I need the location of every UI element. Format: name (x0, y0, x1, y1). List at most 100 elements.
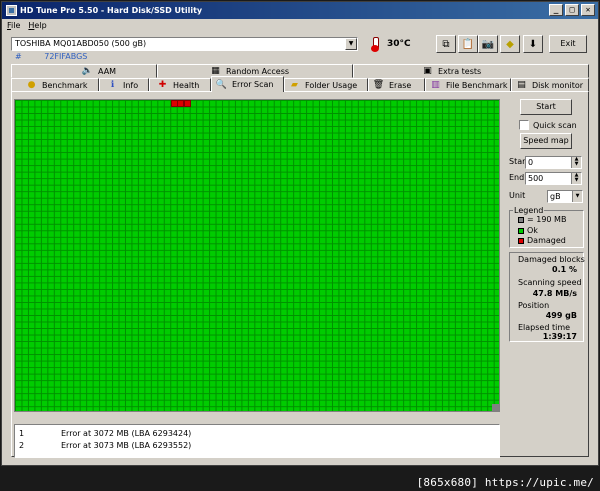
legend-label: Ok (527, 226, 538, 235)
disk-monitor-icon: ▤ (517, 80, 526, 90)
speaker-icon: 🔈 (81, 66, 94, 76)
tab-health[interactable]: ✚ Health (149, 78, 211, 92)
paste-icon: 📋 (461, 38, 475, 50)
ok-blocks-grid (15, 100, 499, 411)
spin-arrows-icon[interactable]: ▲ ▼ (571, 173, 581, 184)
tab-label: Info (123, 80, 139, 90)
drive-select-value: TOSHIBA MQ01ABD050 (500 gB) (15, 39, 147, 48)
serial-number: 72FIFABGS (44, 52, 88, 61)
tab-folder-usage[interactable]: ▰ Folder Usage (284, 78, 368, 92)
folder-icon: ▰ (291, 80, 298, 90)
legend-title: Legend (513, 206, 545, 215)
benchmark-icon: ● (27, 80, 36, 90)
unscanned-block (492, 404, 499, 411)
download-icon: ⬇ (528, 38, 538, 50)
tab-aam[interactable]: 🔈 AAM (11, 64, 157, 78)
checkbox-box[interactable] (519, 120, 529, 130)
thermometer-icon (368, 36, 382, 52)
tag-icon: ◆ (506, 38, 514, 50)
exit-button[interactable]: Exit (549, 35, 587, 53)
log-text: Error at 3072 MB (LBA 6293424) (61, 428, 192, 438)
quick-scan-label: Quick scan (533, 120, 577, 130)
legend-label: Damaged (527, 236, 566, 245)
tab-benchmark[interactable]: ● Benchmark (11, 78, 99, 92)
end-field-label: End (509, 173, 525, 182)
app-icon (6, 5, 17, 16)
position-value: 499 gB (545, 311, 577, 320)
serial-hash: # (15, 52, 22, 61)
log-text: Error at 3073 MB (LBA 6293552) (61, 440, 192, 450)
extra-tests-icon: ▣ (423, 66, 432, 76)
chevron-down-icon[interactable]: ▼ (572, 191, 582, 202)
scanning-speed-value: 47.8 MB/s (532, 289, 577, 298)
tab-erase[interactable]: 🗑 Erase (368, 78, 425, 92)
tab-label: Folder Usage (305, 80, 358, 90)
chevron-down-icon[interactable]: ▼ (345, 38, 357, 50)
tab-label: Health (173, 80, 200, 90)
quick-scan-checkbox[interactable]: Quick scan (519, 120, 577, 130)
unit-select[interactable]: gB ▼ (547, 190, 583, 203)
list-item[interactable]: 2 Error at 3073 MB (LBA 6293552) (19, 439, 495, 451)
unit-value: gB (550, 192, 561, 201)
position-label: Position (518, 301, 550, 310)
copy-button[interactable]: ⧉ (436, 35, 456, 53)
scan-block-map (14, 99, 500, 412)
error-log-list[interactable]: 1 Error at 3072 MB (LBA 6293424) 2 Error… (14, 424, 500, 458)
spin-arrows-icon[interactable]: ▲ ▼ (571, 157, 581, 168)
elapsed-time-label: Elapsed time (518, 323, 571, 332)
tab-error-scan[interactable]: 🔍 Error Scan (211, 76, 284, 92)
tab-label: Disk monitor (532, 80, 584, 90)
start-button[interactable]: Start (520, 99, 572, 115)
tab-row-top: 🔈 AAM ▦ Random Access ▣ Extra tests (11, 64, 589, 78)
tab-disk-monitor[interactable]: ▤ Disk monitor (511, 78, 589, 92)
legend-swatch (518, 237, 524, 244)
end-field[interactable]: 500 ▲ ▼ (525, 172, 582, 185)
scanning-speed-label: Scanning speed (518, 278, 582, 287)
drive-serial: # 72FIFABGS (15, 52, 87, 61)
tab-label: Erase (389, 80, 412, 90)
file-benchmark-icon: ▥ (431, 80, 440, 90)
maximize-button[interactable]: □ (565, 4, 579, 16)
random-access-icon: ▦ (211, 66, 220, 76)
legend-label: = 190 MB (527, 215, 567, 224)
paste-button[interactable]: 📋 (458, 35, 478, 53)
tab-info[interactable]: ℹ Info (99, 78, 149, 92)
damaged-block (177, 100, 184, 107)
elapsed-time-value: 1:39:17 (542, 332, 577, 341)
unit-label: Unit (509, 191, 526, 200)
tab-label: Extra tests (438, 66, 482, 76)
save-button[interactable]: ⬇ (523, 35, 543, 53)
info-icon: ℹ (110, 80, 115, 90)
end-field-value: 500 (528, 174, 544, 183)
start-field-value: 0 (528, 158, 534, 167)
tab-label: Random Access (226, 66, 290, 76)
start-field[interactable]: 0 ▲ ▼ (525, 156, 582, 169)
trash-icon: 🗑 (372, 80, 385, 90)
copy-icon: ⧉ (442, 38, 450, 50)
damaged-blocks-value: 0.1 % (552, 265, 577, 274)
legend-swatch (518, 216, 524, 223)
menu-help[interactable]: Help (28, 21, 46, 30)
tab-file-benchmark[interactable]: ▥ File Benchmark (425, 78, 511, 92)
screenshot-button[interactable]: 📷 (478, 35, 498, 53)
legend-item-block-size: = 190 MB (518, 215, 566, 224)
temperature-readout: 30°C (387, 39, 411, 49)
tag-button[interactable]: ◆ (500, 35, 520, 53)
menu-file[interactable]: File (7, 21, 20, 30)
drive-select[interactable]: TOSHIBA MQ01ABD050 (500 gB) ▼ (11, 37, 358, 51)
legend-swatch (518, 227, 524, 234)
speed-map-button[interactable]: Speed map (520, 133, 572, 149)
list-item[interactable]: 1 Error at 3072 MB (LBA 6293424) (19, 427, 495, 439)
watermark: [865x680] https://upic.me/ (416, 476, 594, 489)
minimize-button[interactable]: _ (549, 4, 563, 16)
tab-label: Benchmark (42, 80, 88, 90)
log-index: 1 (19, 428, 25, 438)
window-title: HD Tune Pro 5.50 - Hard Disk/SSD Utility (20, 6, 203, 15)
legend-item-damaged: Damaged (518, 236, 566, 245)
close-button[interactable]: ✕ (581, 4, 595, 16)
magnifier-icon: 🔍 (215, 79, 228, 90)
tab-extra-tests[interactable]: ▣ Extra tests (353, 64, 589, 78)
legend-item-ok: Ok (518, 226, 538, 235)
tab-label: Error Scan (232, 80, 274, 89)
damaged-block (184, 100, 191, 107)
